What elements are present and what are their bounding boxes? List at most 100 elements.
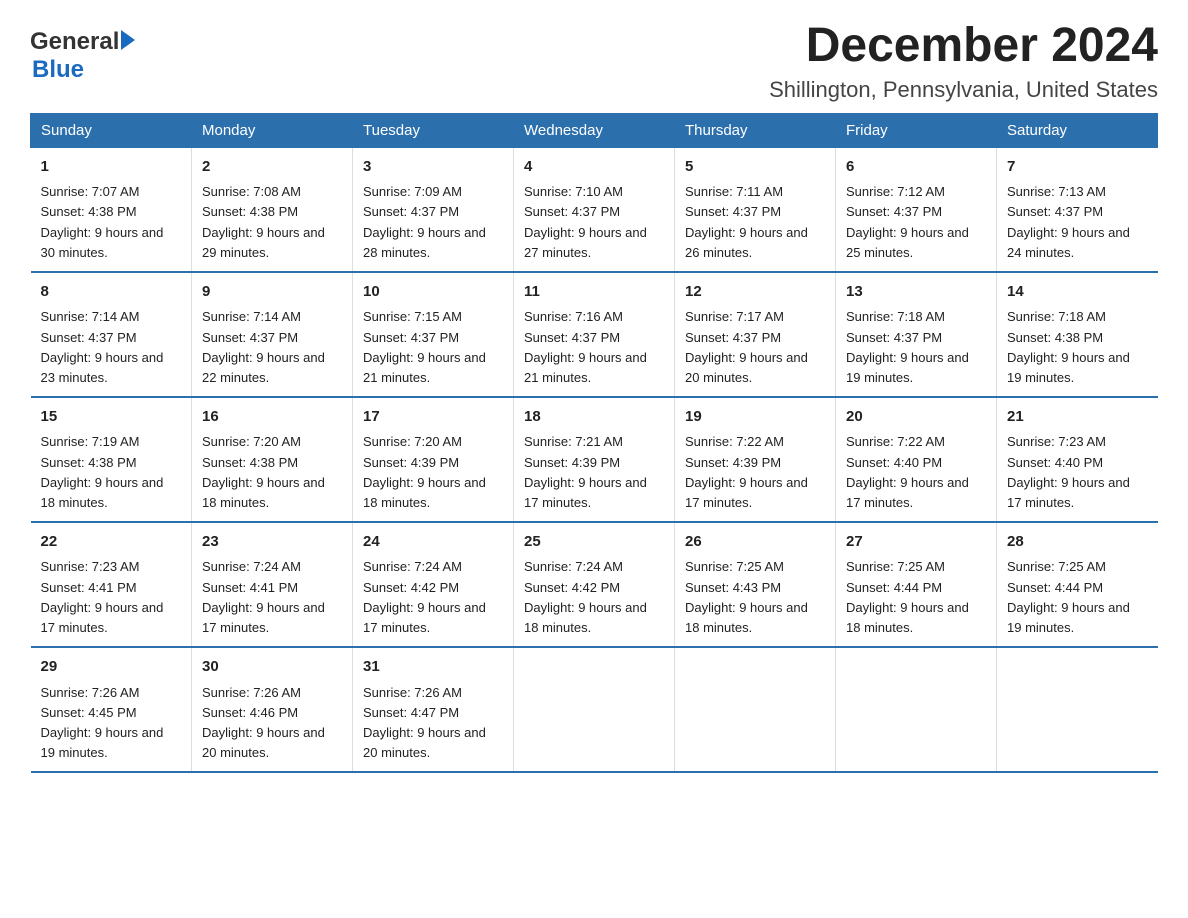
day-info: Sunrise: 7:24 AMSunset: 4:42 PMDaylight:… xyxy=(524,559,647,634)
table-row: 27 Sunrise: 7:25 AMSunset: 4:44 PMDaylig… xyxy=(836,522,997,647)
day-number: 15 xyxy=(41,406,182,429)
table-row: 12 Sunrise: 7:17 AMSunset: 4:37 PMDaylig… xyxy=(675,272,836,397)
day-info: Sunrise: 7:13 AMSunset: 4:37 PMDaylight:… xyxy=(1007,184,1130,259)
table-row: 29 Sunrise: 7:26 AMSunset: 4:45 PMDaylig… xyxy=(31,647,192,772)
day-info: Sunrise: 7:14 AMSunset: 4:37 PMDaylight:… xyxy=(41,309,164,384)
logo-general: General xyxy=(30,28,119,56)
logo-blue: Blue xyxy=(32,56,84,84)
day-info: Sunrise: 7:26 AMSunset: 4:45 PMDaylight:… xyxy=(41,685,164,760)
col-tuesday: Tuesday xyxy=(353,113,514,147)
day-number: 27 xyxy=(846,531,986,554)
table-row: 28 Sunrise: 7:25 AMSunset: 4:44 PMDaylig… xyxy=(997,522,1158,647)
day-number: 6 xyxy=(846,156,986,179)
day-number: 24 xyxy=(363,531,503,554)
table-row xyxy=(514,647,675,772)
day-info: Sunrise: 7:26 AMSunset: 4:46 PMDaylight:… xyxy=(202,685,325,760)
page-subtitle: Shillington, Pennsylvania, United States xyxy=(769,77,1158,103)
col-monday: Monday xyxy=(192,113,353,147)
table-row: 21 Sunrise: 7:23 AMSunset: 4:40 PMDaylig… xyxy=(997,397,1158,522)
table-row: 2 Sunrise: 7:08 AMSunset: 4:38 PMDayligh… xyxy=(192,147,353,272)
table-row: 24 Sunrise: 7:24 AMSunset: 4:42 PMDaylig… xyxy=(353,522,514,647)
day-info: Sunrise: 7:14 AMSunset: 4:37 PMDaylight:… xyxy=(202,309,325,384)
day-number: 13 xyxy=(846,281,986,304)
table-row: 22 Sunrise: 7:23 AMSunset: 4:41 PMDaylig… xyxy=(31,522,192,647)
day-number: 31 xyxy=(363,656,503,679)
table-row: 1 Sunrise: 7:07 AMSunset: 4:38 PMDayligh… xyxy=(31,147,192,272)
calendar-week-row: 1 Sunrise: 7:07 AMSunset: 4:38 PMDayligh… xyxy=(31,147,1158,272)
day-info: Sunrise: 7:12 AMSunset: 4:37 PMDaylight:… xyxy=(846,184,969,259)
table-row: 17 Sunrise: 7:20 AMSunset: 4:39 PMDaylig… xyxy=(353,397,514,522)
table-row: 25 Sunrise: 7:24 AMSunset: 4:42 PMDaylig… xyxy=(514,522,675,647)
day-number: 28 xyxy=(1007,531,1148,554)
day-number: 3 xyxy=(363,156,503,179)
day-info: Sunrise: 7:09 AMSunset: 4:37 PMDaylight:… xyxy=(363,184,486,259)
day-number: 29 xyxy=(41,656,182,679)
table-row: 11 Sunrise: 7:16 AMSunset: 4:37 PMDaylig… xyxy=(514,272,675,397)
day-number: 19 xyxy=(685,406,825,429)
col-saturday: Saturday xyxy=(997,113,1158,147)
table-row: 23 Sunrise: 7:24 AMSunset: 4:41 PMDaylig… xyxy=(192,522,353,647)
table-row: 18 Sunrise: 7:21 AMSunset: 4:39 PMDaylig… xyxy=(514,397,675,522)
logo: General Blue xyxy=(30,28,135,84)
day-number: 14 xyxy=(1007,281,1148,304)
day-info: Sunrise: 7:24 AMSunset: 4:42 PMDaylight:… xyxy=(363,559,486,634)
table-row: 30 Sunrise: 7:26 AMSunset: 4:46 PMDaylig… xyxy=(192,647,353,772)
day-number: 30 xyxy=(202,656,342,679)
calendar-week-row: 29 Sunrise: 7:26 AMSunset: 4:45 PMDaylig… xyxy=(31,647,1158,772)
day-info: Sunrise: 7:07 AMSunset: 4:38 PMDaylight:… xyxy=(41,184,164,259)
day-info: Sunrise: 7:24 AMSunset: 4:41 PMDaylight:… xyxy=(202,559,325,634)
day-info: Sunrise: 7:20 AMSunset: 4:39 PMDaylight:… xyxy=(363,434,486,509)
table-row: 6 Sunrise: 7:12 AMSunset: 4:37 PMDayligh… xyxy=(836,147,997,272)
day-info: Sunrise: 7:22 AMSunset: 4:40 PMDaylight:… xyxy=(846,434,969,509)
calendar-table: Sunday Monday Tuesday Wednesday Thursday… xyxy=(30,113,1158,773)
page-header: General Blue December 2024 Shillington, … xyxy=(30,20,1158,103)
calendar-week-row: 15 Sunrise: 7:19 AMSunset: 4:38 PMDaylig… xyxy=(31,397,1158,522)
table-row xyxy=(836,647,997,772)
table-row: 15 Sunrise: 7:19 AMSunset: 4:38 PMDaylig… xyxy=(31,397,192,522)
day-info: Sunrise: 7:25 AMSunset: 4:43 PMDaylight:… xyxy=(685,559,808,634)
day-info: Sunrise: 7:23 AMSunset: 4:41 PMDaylight:… xyxy=(41,559,164,634)
day-info: Sunrise: 7:10 AMSunset: 4:37 PMDaylight:… xyxy=(524,184,647,259)
day-number: 26 xyxy=(685,531,825,554)
day-number: 23 xyxy=(202,531,342,554)
day-info: Sunrise: 7:08 AMSunset: 4:38 PMDaylight:… xyxy=(202,184,325,259)
day-number: 25 xyxy=(524,531,664,554)
day-info: Sunrise: 7:23 AMSunset: 4:40 PMDaylight:… xyxy=(1007,434,1130,509)
table-row xyxy=(997,647,1158,772)
day-info: Sunrise: 7:22 AMSunset: 4:39 PMDaylight:… xyxy=(685,434,808,509)
day-number: 8 xyxy=(41,281,182,304)
day-info: Sunrise: 7:21 AMSunset: 4:39 PMDaylight:… xyxy=(524,434,647,509)
day-number: 2 xyxy=(202,156,342,179)
day-number: 22 xyxy=(41,531,182,554)
table-row: 8 Sunrise: 7:14 AMSunset: 4:37 PMDayligh… xyxy=(31,272,192,397)
table-row: 14 Sunrise: 7:18 AMSunset: 4:38 PMDaylig… xyxy=(997,272,1158,397)
page-title: December 2024 xyxy=(769,20,1158,73)
table-row: 4 Sunrise: 7:10 AMSunset: 4:37 PMDayligh… xyxy=(514,147,675,272)
day-number: 4 xyxy=(524,156,664,179)
table-row: 3 Sunrise: 7:09 AMSunset: 4:37 PMDayligh… xyxy=(353,147,514,272)
calendar-header-row: Sunday Monday Tuesday Wednesday Thursday… xyxy=(31,113,1158,147)
day-number: 18 xyxy=(524,406,664,429)
day-number: 12 xyxy=(685,281,825,304)
day-info: Sunrise: 7:20 AMSunset: 4:38 PMDaylight:… xyxy=(202,434,325,509)
table-row: 19 Sunrise: 7:22 AMSunset: 4:39 PMDaylig… xyxy=(675,397,836,522)
day-info: Sunrise: 7:18 AMSunset: 4:37 PMDaylight:… xyxy=(846,309,969,384)
calendar-week-row: 8 Sunrise: 7:14 AMSunset: 4:37 PMDayligh… xyxy=(31,272,1158,397)
table-row: 31 Sunrise: 7:26 AMSunset: 4:47 PMDaylig… xyxy=(353,647,514,772)
day-info: Sunrise: 7:25 AMSunset: 4:44 PMDaylight:… xyxy=(846,559,969,634)
day-info: Sunrise: 7:26 AMSunset: 4:47 PMDaylight:… xyxy=(363,685,486,760)
table-row: 13 Sunrise: 7:18 AMSunset: 4:37 PMDaylig… xyxy=(836,272,997,397)
table-row xyxy=(675,647,836,772)
table-row: 5 Sunrise: 7:11 AMSunset: 4:37 PMDayligh… xyxy=(675,147,836,272)
day-number: 17 xyxy=(363,406,503,429)
day-info: Sunrise: 7:17 AMSunset: 4:37 PMDaylight:… xyxy=(685,309,808,384)
day-number: 1 xyxy=(41,156,182,179)
col-wednesday: Wednesday xyxy=(514,113,675,147)
table-row: 9 Sunrise: 7:14 AMSunset: 4:37 PMDayligh… xyxy=(192,272,353,397)
day-number: 16 xyxy=(202,406,342,429)
day-info: Sunrise: 7:16 AMSunset: 4:37 PMDaylight:… xyxy=(524,309,647,384)
day-number: 7 xyxy=(1007,156,1148,179)
day-number: 5 xyxy=(685,156,825,179)
day-number: 9 xyxy=(202,281,342,304)
calendar-week-row: 22 Sunrise: 7:23 AMSunset: 4:41 PMDaylig… xyxy=(31,522,1158,647)
